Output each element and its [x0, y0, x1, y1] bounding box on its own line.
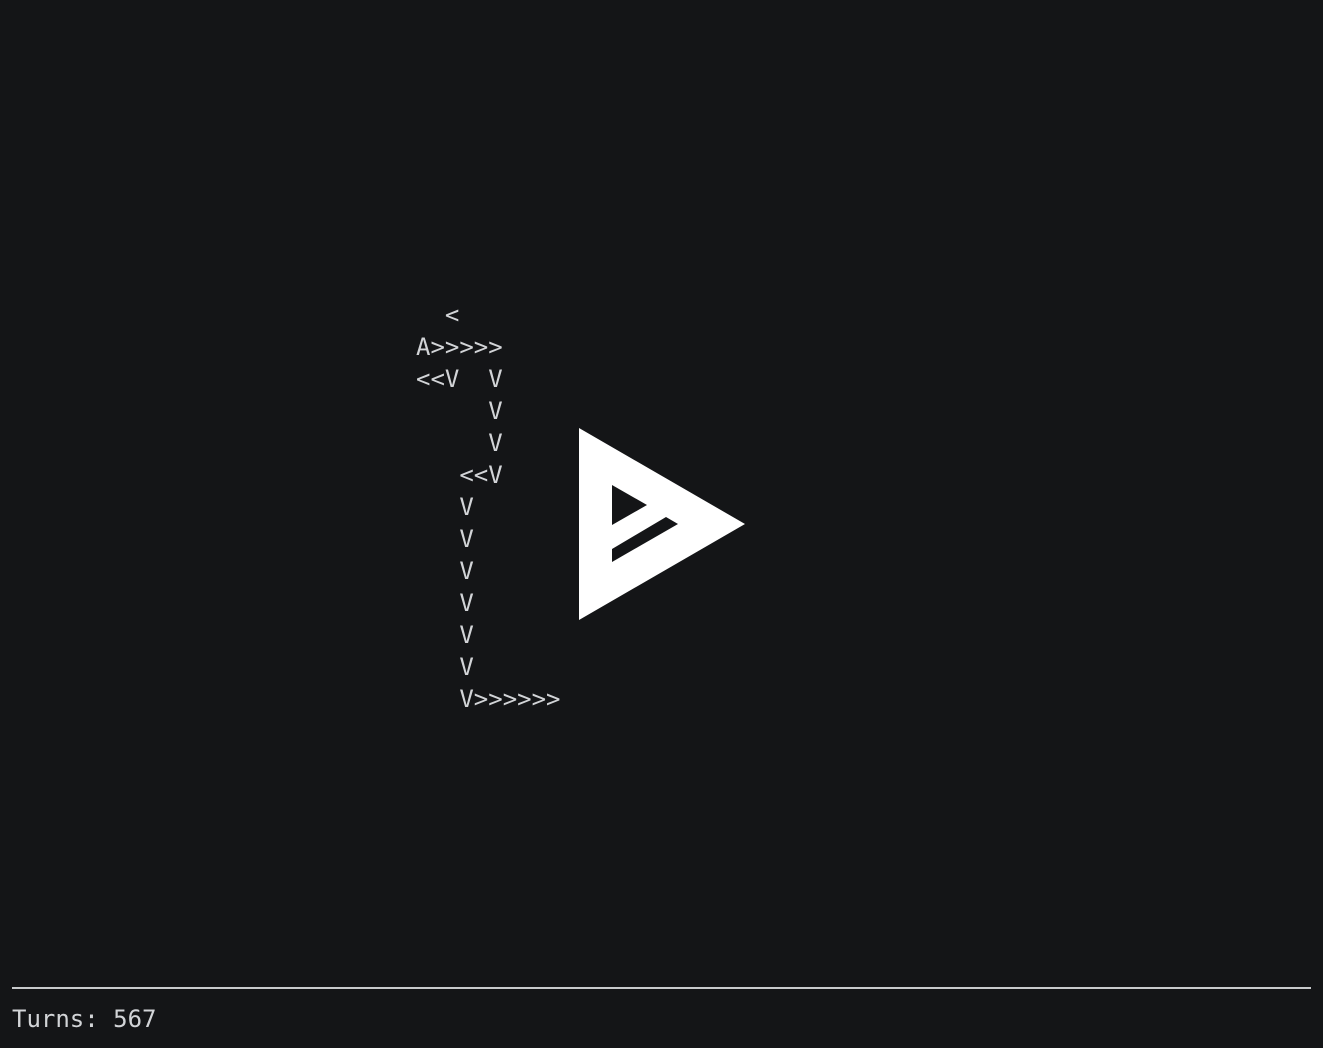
board-row: V [416, 429, 503, 457]
board-row: V [416, 397, 503, 425]
board-row: V [416, 653, 474, 681]
game-board: < A>>>>> <<V V V V <<V V V V V V V V>>>>>> [416, 299, 561, 715]
board-row: V>>>>>> [416, 685, 561, 713]
board-row: V [416, 493, 474, 521]
status-divider [12, 987, 1311, 989]
board-row: <<V [416, 461, 503, 489]
board-row: V [416, 621, 474, 649]
play-logo-icon[interactable] [579, 428, 745, 620]
board-row: V [416, 525, 474, 553]
board-row: <<V V [416, 365, 503, 393]
turns-counter: Turns: 567 [12, 1005, 157, 1033]
board-row: V [416, 557, 474, 585]
board-row: < [416, 301, 460, 329]
board-row: V [416, 589, 474, 617]
board-row: A>>>>> [416, 333, 503, 361]
